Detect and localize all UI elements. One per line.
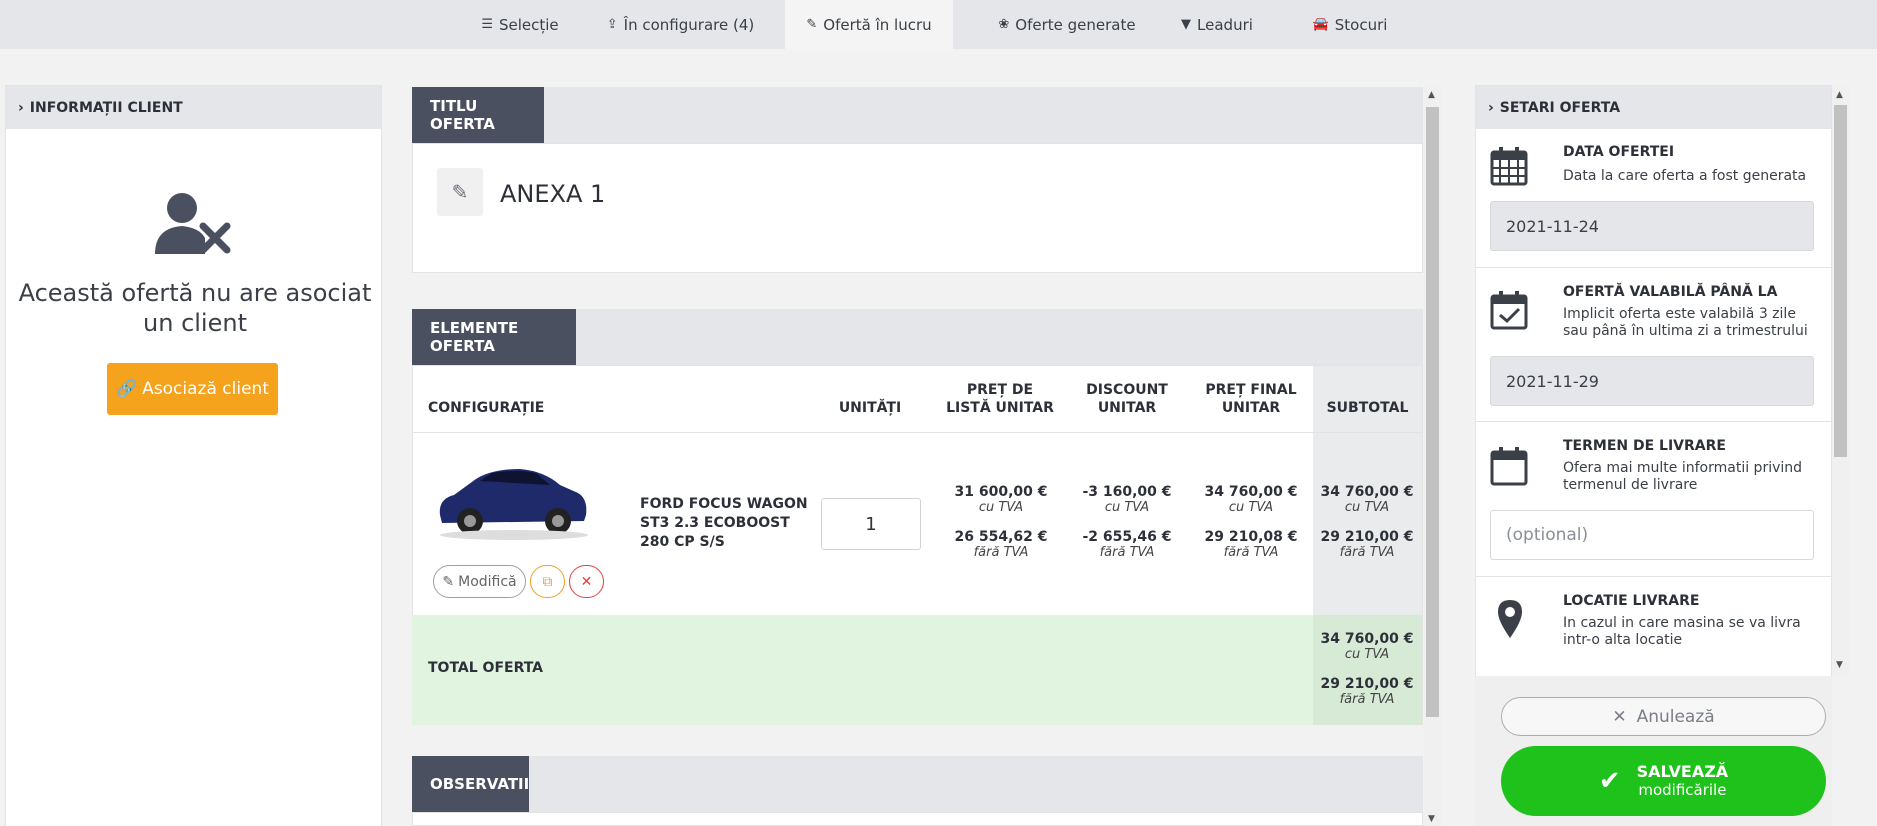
tab-stocuri[interactable]: 🚘 Stocuri	[1300, 0, 1400, 49]
list-icon: ☰	[481, 17, 493, 32]
observations-section-tab: OBSERVATII	[412, 756, 529, 812]
car-icon: 🚘	[1312, 17, 1329, 32]
client-info-header[interactable]: › INFORMAȚII CLIENT	[6, 86, 381, 129]
settings-scrollbar[interactable]	[1832, 87, 1849, 676]
setting-valid-until: OFERTĂ VALABILĂ PÂNĂ LA Implicit oferta …	[1475, 268, 1831, 422]
check-icon: ✔	[1598, 766, 1621, 796]
tab-leaduri[interactable]: ▼ Leaduri	[1172, 0, 1262, 49]
col-pret-lista: PREȚ DE LISTĂ UNITAR	[946, 382, 1054, 416]
car-thumbnail	[439, 469, 588, 540]
center-scrollbar-thumb[interactable]	[1426, 107, 1439, 717]
valid-until-input[interactable]: 2021-11-29	[1490, 356, 1814, 406]
upload-icon: ⇪	[606, 17, 618, 32]
filter-icon: ▼	[1181, 17, 1192, 32]
user-remove-icon	[155, 193, 231, 254]
discount-cell: -3 160,00 € cu TVA -2 655,46 € fără TVA	[1082, 484, 1172, 560]
chevron-right-icon: ›	[18, 99, 24, 116]
col-discount: DISCOUNT UNITAR	[1086, 382, 1168, 416]
save-button[interactable]: ✔ SALVEAZĂ modificările	[1501, 746, 1826, 816]
col-unitati: UNITĂȚI	[838, 400, 902, 416]
center-scrollbar[interactable]	[1424, 87, 1441, 826]
scroll-up-icon[interactable]: ▲	[1428, 90, 1435, 100]
settings-header[interactable]: › SETARI OFERTA	[1476, 86, 1831, 129]
total-row	[412, 615, 1313, 725]
no-client-message: Această ofertă nu are asociat un client	[18, 279, 372, 337]
title-section-body	[412, 143, 1423, 273]
tab-in-configurare[interactable]: ⇪ În configurare (4)	[598, 0, 763, 49]
tab-oferte-generate[interactable]: ❀ Oferte generate	[982, 0, 1152, 49]
duplicate-item-button[interactable]: ⧉	[530, 565, 565, 598]
observations-section-body	[412, 812, 1423, 826]
subtotal-cell: 34 760,00 € cu TVA 29 210,00 € fără TVA	[1320, 484, 1414, 560]
title-section-bar	[412, 87, 1423, 143]
delivery-term-input[interactable]: (optional)	[1490, 510, 1814, 560]
col-configuratie: CONFIGURAȚIE	[428, 400, 545, 416]
items-section-tab: ELEMENTE OFERTA	[412, 309, 576, 365]
tab-oferta-in-lucru[interactable]: ✎ Ofertă în lucru	[785, 0, 953, 49]
total-label: TOTAL OFERTA	[428, 660, 544, 676]
modify-item-button[interactable]: ✎ Modifică	[433, 565, 526, 598]
observations-section-bar	[412, 756, 1423, 812]
settings-scrollbar-thumb[interactable]	[1834, 105, 1847, 457]
pencil-icon: ✎	[451, 180, 469, 204]
close-icon: ✕	[580, 573, 593, 590]
calendar-icon	[1490, 147, 1528, 186]
copy-icon: ⧉	[542, 573, 553, 590]
setting-delivery-term: TERMEN DE LIVRARE Ofera mai multe inform…	[1475, 422, 1831, 577]
col-pret-final: PREȚ FINAL UNITAR	[1205, 382, 1297, 416]
calendar-blank-icon	[1490, 447, 1528, 486]
item-name: FORD FOCUS WAGON ST3 2.3 ECOBOOST 280 CP…	[640, 496, 808, 550]
cancel-button[interactable]: ✕ Anulează	[1501, 697, 1826, 736]
edit-square-icon: ✎	[806, 17, 818, 32]
header-divider	[412, 432, 1423, 433]
delete-item-button[interactable]: ✕	[569, 565, 604, 598]
map-marker-icon	[1498, 600, 1522, 638]
final-price-cell: 34 760,00 € cu TVA 29 210,08 € fără TVA	[1204, 484, 1298, 560]
setting-offer-date: DATA OFERTEI Data la care oferta a fost …	[1475, 128, 1831, 268]
link-icon: 🔗	[116, 379, 138, 399]
list-price-cell: 31 600,00 € cu TVA 26 554,62 € fără TVA	[954, 484, 1048, 560]
close-icon: ✕	[1612, 706, 1627, 727]
col-subtotal: SUBTOTAL	[1326, 400, 1409, 416]
top-navigation: ☰ Selecție ⇪ În configurare (4) ✎ Ofertă…	[0, 0, 1877, 49]
edit-title-button[interactable]: ✎	[437, 168, 483, 216]
associate-client-button[interactable]: 🔗 Asociază client	[107, 363, 278, 415]
settings-scroll-up-icon[interactable]: ▲	[1836, 90, 1843, 100]
scroll-down-icon[interactable]: ▼	[1428, 814, 1435, 824]
offer-date-input[interactable]: 2021-11-24	[1490, 201, 1814, 251]
settings-scroll-down-icon[interactable]: ▼	[1836, 660, 1843, 670]
total-amount: 34 760,00 € cu TVA 29 210,00 € fără TVA	[1320, 631, 1414, 707]
pencil-icon: ✎	[442, 573, 455, 590]
chevron-right-icon: ›	[1488, 99, 1494, 116]
offer-title[interactable]: ANEXA 1	[500, 180, 605, 208]
paw-icon: ❀	[998, 17, 1010, 32]
title-section-tab: TITLU OFERTA	[412, 87, 544, 143]
setting-delivery-location: LOCATIE LIVRARE In cazul in care masina …	[1475, 577, 1831, 676]
tab-selectie[interactable]: ☰ Selecție	[456, 0, 584, 49]
units-input[interactable]: 1	[821, 498, 921, 550]
calendar-check-icon	[1490, 291, 1528, 330]
